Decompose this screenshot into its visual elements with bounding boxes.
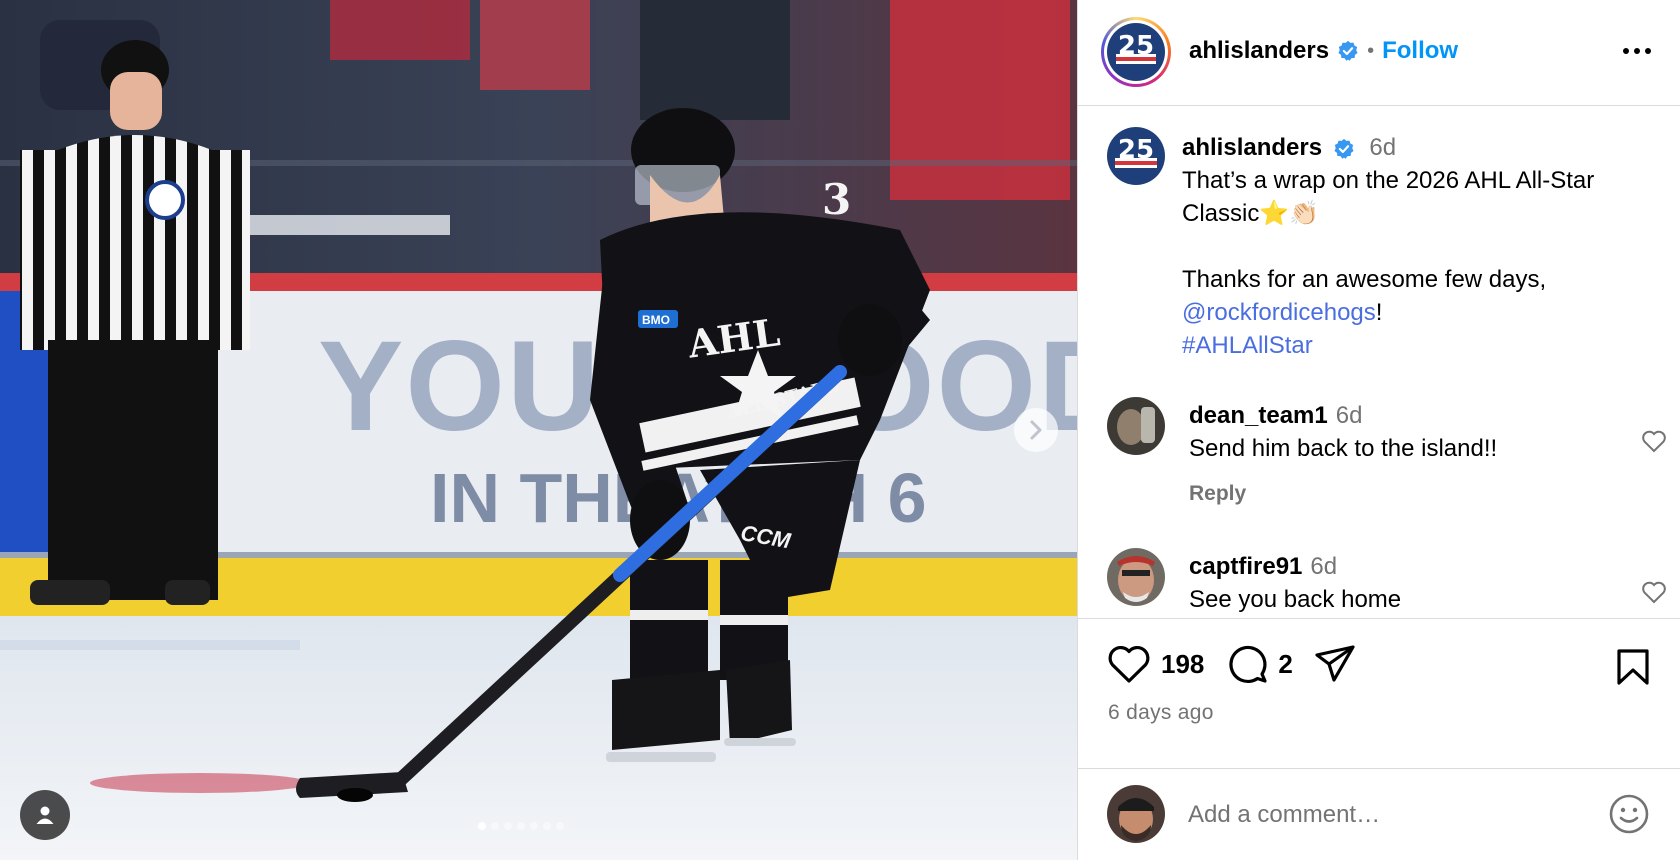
user-tag-icon bbox=[36, 806, 54, 824]
caption-line2: Thanks for an awesome few days, bbox=[1182, 266, 1547, 293]
like-count: 198 bbox=[1161, 648, 1205, 679]
mention-suffix: ! bbox=[1375, 299, 1383, 326]
post-side-panel: 25 ahlislanders • Follow 25 ahlislanders… bbox=[1077, 0, 1680, 860]
add-comment-bar bbox=[1078, 768, 1680, 860]
verified-badge-icon bbox=[1334, 138, 1354, 159]
comment-age: 6d bbox=[1310, 553, 1338, 580]
caption-age: 6d bbox=[1369, 134, 1397, 161]
sponsor-patch-text: BMO bbox=[642, 313, 670, 327]
post-actions: 198 2 6 days ago bbox=[1078, 618, 1680, 768]
verified-badge-icon bbox=[1338, 40, 1358, 61]
like-button[interactable]: 198 bbox=[1107, 644, 1204, 684]
tagged-users-button[interactable] bbox=[20, 790, 70, 840]
heart-icon bbox=[1108, 645, 1150, 683]
islanders-25-logo: 25 bbox=[1107, 23, 1165, 81]
caption-line1: That’s a wrap on the 2026 AHL All-Star C… bbox=[1182, 167, 1595, 227]
more-options-icon[interactable] bbox=[1623, 38, 1651, 64]
story-ring-avatar[interactable]: 25 bbox=[1101, 17, 1171, 87]
caption-block: ahlislanders 6d That’s a wrap on the 202… bbox=[1182, 131, 1652, 362]
carousel-dot bbox=[491, 822, 499, 830]
mention-link[interactable]: @rockfordicehogs bbox=[1182, 299, 1376, 326]
comment-text: See you back home bbox=[1189, 586, 1402, 613]
caption-username[interactable]: ahlislanders bbox=[1182, 134, 1322, 161]
heart-icon[interactable] bbox=[1641, 580, 1667, 604]
heart-icon[interactable] bbox=[1641, 429, 1667, 453]
carousel-dot bbox=[517, 822, 525, 830]
comment-age: 6d bbox=[1335, 402, 1363, 429]
chevron-right-icon bbox=[1030, 420, 1042, 440]
carousel-dot bbox=[543, 822, 551, 830]
jersey-number-text: 3 bbox=[822, 175, 851, 224]
follow-button[interactable]: Follow bbox=[1382, 37, 1458, 65]
carousel-dot bbox=[556, 822, 564, 830]
post-header: 25 ahlislanders • Follow bbox=[1078, 0, 1680, 106]
comment-username[interactable]: captfire91 bbox=[1189, 553, 1302, 580]
carousel-dots bbox=[478, 822, 564, 830]
share-button[interactable] bbox=[1313, 643, 1357, 685]
posted-time: 6 days ago bbox=[1108, 701, 1214, 724]
header-separator: • bbox=[1367, 39, 1375, 62]
comments-section[interactable]: 25 ahlislanders 6d That’s a wrap on the … bbox=[1078, 107, 1680, 618]
comment-icon bbox=[1229, 645, 1267, 684]
comment-button[interactable]: 2 bbox=[1226, 643, 1293, 685]
carousel-dot bbox=[530, 822, 538, 830]
emoji-icon[interactable] bbox=[1607, 792, 1651, 836]
share-icon bbox=[1315, 645, 1355, 682]
current-user-avatar[interactable] bbox=[1107, 785, 1165, 843]
caption-avatar[interactable]: 25 bbox=[1107, 127, 1165, 185]
avatar-logo-text: 25 bbox=[1118, 31, 1154, 61]
carousel-next-button[interactable] bbox=[1014, 408, 1058, 452]
add-comment-input[interactable] bbox=[1188, 797, 1568, 833]
header-username[interactable]: ahlislanders bbox=[1189, 37, 1329, 65]
comment-text: Send him back to the island!! bbox=[1189, 435, 1498, 462]
carousel-dot bbox=[504, 822, 512, 830]
hashtag-link[interactable]: #AHLAllStar bbox=[1182, 332, 1313, 359]
post-photo[interactable]: YOUNG OOD IN THEAT CH 6 bbox=[0, 0, 1077, 860]
reply-button[interactable]: Reply bbox=[1189, 477, 1609, 510]
header-user-row: ahlislanders • Follow bbox=[1189, 36, 1458, 66]
commenter-avatar[interactable] bbox=[1107, 548, 1165, 606]
comment-count: 2 bbox=[1278, 648, 1293, 679]
commenter-avatar[interactable] bbox=[1107, 397, 1165, 455]
comment-username[interactable]: dean_team1 bbox=[1189, 402, 1328, 429]
bookmark-icon[interactable] bbox=[1615, 647, 1651, 687]
caption-avatar-logo-text: 25 bbox=[1118, 135, 1154, 165]
hockey-scene-image: YOUNG OOD IN THEAT CH 6 bbox=[0, 0, 1077, 860]
carousel-dot bbox=[478, 822, 486, 830]
